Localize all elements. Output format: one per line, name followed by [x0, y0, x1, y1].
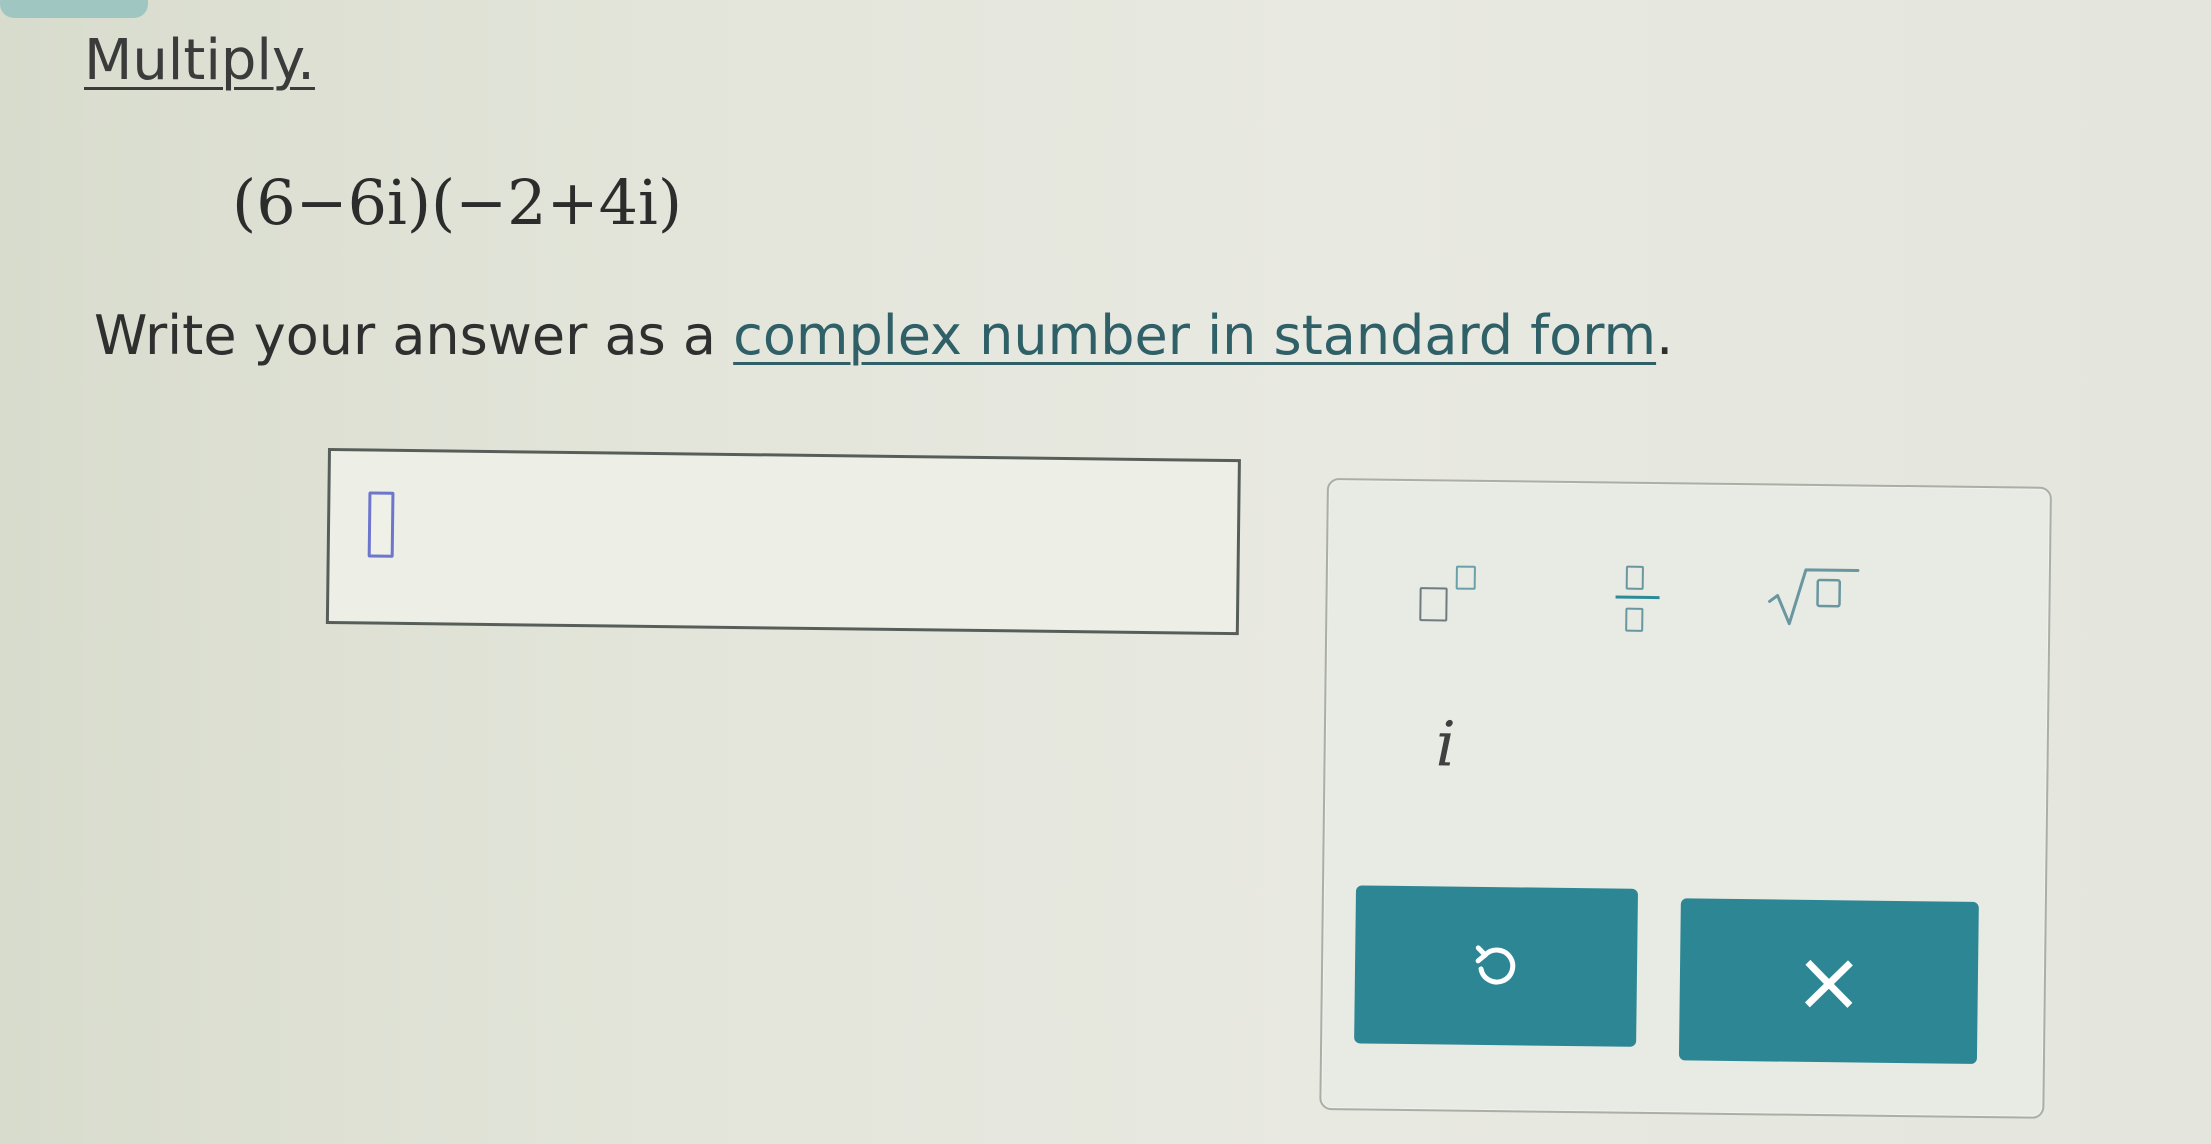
exponent-button[interactable]	[1401, 549, 1522, 640]
imaginary-unit-button[interactable]: i	[1399, 701, 1496, 798]
fraction-button[interactable]	[1577, 541, 1688, 642]
answer-placeholder-slot[interactable]	[367, 491, 395, 558]
undo-button[interactable]	[1354, 885, 1639, 1047]
complex-number-standard-form-link[interactable]: complex number in standard form	[733, 304, 1656, 367]
exponent-template-icon	[1419, 559, 1502, 628]
sentence-prefix: Write your answer as a	[94, 304, 734, 367]
close-icon: ×	[1793, 931, 1865, 1031]
answer-input[interactable]	[325, 448, 1241, 636]
exponent-base-square	[1419, 587, 1448, 622]
imaginary-unit-label: i	[1435, 707, 1457, 781]
instruction-text: Multiply.	[84, 28, 315, 93]
fraction-denominator-square	[1625, 607, 1644, 632]
math-expression: (6−6i)(−2+4i)	[232, 166, 683, 239]
fraction-numerator-square	[1625, 565, 1644, 590]
exponent-power-square	[1455, 565, 1476, 590]
math-keypad: i ×	[1319, 478, 2052, 1119]
fraction-template-icon	[1595, 547, 1680, 636]
clear-button[interactable]: ×	[1678, 898, 1979, 1064]
instruction-sentence: Write your answer as a complex number in…	[94, 304, 1673, 367]
square-root-button[interactable]	[1747, 551, 1888, 645]
square-root-template-icon	[1768, 568, 1860, 626]
fraction-bar	[1615, 595, 1660, 600]
top-tab	[0, 0, 148, 18]
undo-icon	[1475, 945, 1516, 985]
sentence-suffix: .	[1656, 304, 1674, 367]
